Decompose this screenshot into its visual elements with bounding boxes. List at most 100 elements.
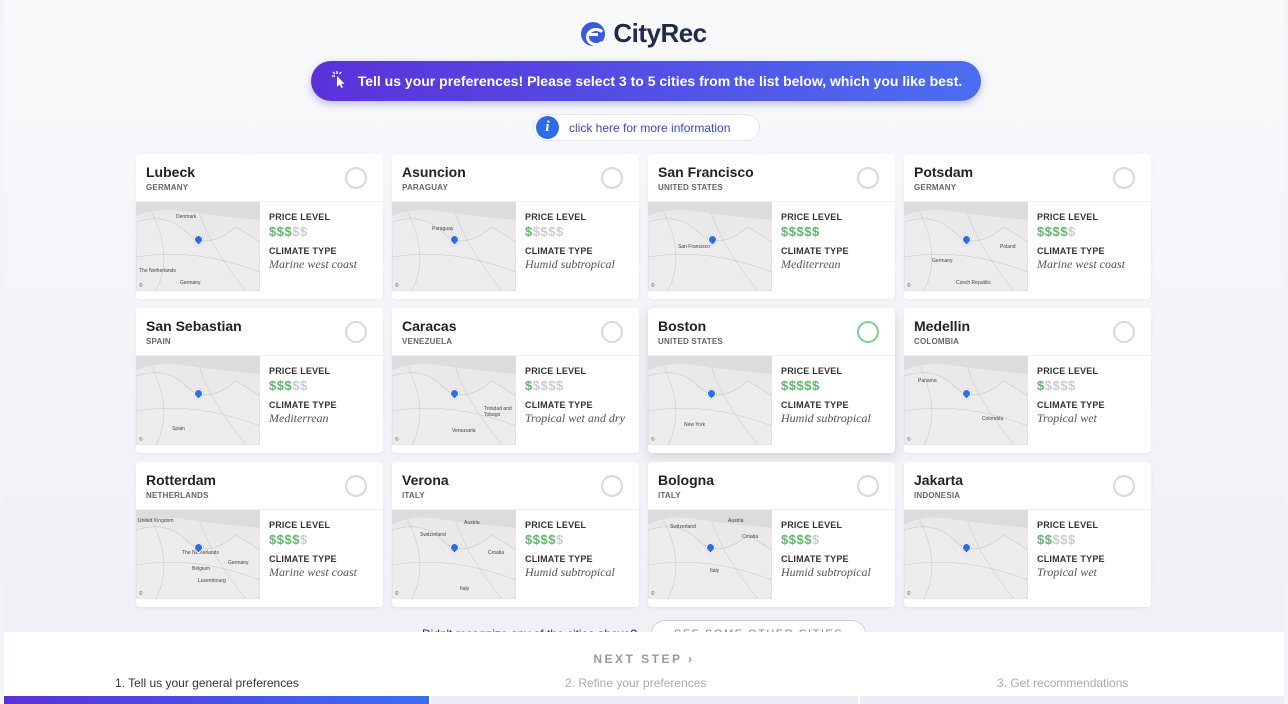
city-name: Rotterdam: [146, 472, 217, 488]
map-credit-icon: ©: [651, 437, 655, 443]
city-country: INDONESIA: [914, 491, 961, 500]
city-details: PRICE LEVEL $$$$$ CLIMATE TYPE Tropical wet: [1028, 356, 1151, 445]
city-select-radio[interactable]: [345, 475, 367, 497]
more-info-text: click here for more information: [569, 120, 731, 135]
city-card[interactable]: Boston UNITED STATES New York © PRICE LEVEL $…: [648, 308, 895, 453]
city-map: United Kingdom The Netherlands Germany Belg…: [136, 510, 260, 599]
climate-type-value: Marine west coast: [269, 257, 357, 271]
city-name: Boston: [658, 318, 707, 334]
city-map: Panama Colombia ©: [904, 356, 1028, 445]
city-select-radio[interactable]: [345, 321, 367, 343]
city-select-radio[interactable]: [601, 475, 623, 497]
city-details: PRICE LEVEL $$$$$ CLIMATE TYPE Humid subtro…: [516, 510, 639, 599]
city-card-body: Denmark The Netherlands Germany © PRICE LEVE…: [136, 202, 383, 291]
city-map: Paraguay ©: [392, 202, 516, 291]
city-select-radio[interactable]: [1113, 475, 1135, 497]
city-select-radio[interactable]: [857, 321, 879, 343]
climate-type-value: Humid subtropical: [525, 565, 615, 579]
price-level-label: PRICE LEVEL: [525, 520, 587, 530]
climate-type-value: Humid subtropical: [781, 411, 871, 425]
city-card-header: Bologna ITALY: [648, 462, 895, 510]
city-grid: Lubeck GERMANY Denmark The Netherlands Germa…: [136, 154, 1151, 607]
city-card-header: Medellin COLOMBIA: [904, 308, 1151, 356]
city-select-radio[interactable]: [1113, 167, 1135, 189]
climate-type-value: Tropical wet and dry: [525, 411, 625, 425]
city-card-body: Spain © PRICE LEVEL $$$$$ CLIMATE TYPE Medite…: [136, 356, 383, 445]
city-map: New York ©: [648, 356, 772, 445]
price-level-value: $$$$$: [1037, 532, 1076, 547]
city-card[interactable]: San Francisco UNITED STATES San Francisco ©…: [648, 154, 895, 299]
city-card-body: Poland Germany Czech Republic © PRICE LEVEL $…: [904, 202, 1151, 291]
city-card-header: Potsdam GERMANY: [904, 154, 1151, 202]
step-1-progress: [4, 696, 429, 704]
city-card[interactable]: Caracas VENEZUELA Venezuela Trinidad and To…: [392, 308, 639, 453]
map-credit-icon: ©: [395, 283, 399, 289]
price-level-label: PRICE LEVEL: [781, 366, 843, 376]
map-label: Germany: [180, 280, 201, 286]
climate-type-label: CLIMATE TYPE: [1037, 554, 1105, 564]
app-frame: CityRec Tell us your preferences! Please…: [4, 0, 1284, 704]
climate-type-value: Mediterrean: [269, 411, 329, 425]
map-label: Croatia: [742, 534, 759, 540]
step-1-label: 1. Tell us your general preferences: [115, 676, 299, 690]
city-card[interactable]: San Sebastian SPAIN Spain © PRICE LEVEL $$$$$…: [136, 308, 383, 453]
city-card-header: Jakarta INDONESIA: [904, 462, 1151, 510]
city-card-header: Asuncion PARAGUAY: [392, 154, 639, 202]
map-credit-icon: ©: [907, 437, 911, 443]
city-map: Spain ©: [136, 356, 260, 445]
city-card[interactable]: Lubeck GERMANY Denmark The Netherlands Germa…: [136, 154, 383, 299]
city-country: ITALY: [658, 491, 681, 500]
price-level-label: PRICE LEVEL: [1037, 520, 1099, 530]
next-step-button[interactable]: NEXT STEP ›: [4, 652, 1284, 666]
map-label: Paraguay: [432, 226, 454, 232]
climate-type-label: CLIMATE TYPE: [781, 400, 849, 410]
city-name: Jakarta: [914, 472, 964, 488]
price-level-value: $$$$$: [269, 532, 308, 547]
map-outline-icon: [648, 202, 772, 291]
city-select-radio[interactable]: [345, 167, 367, 189]
map-credit-icon: ©: [139, 437, 143, 443]
city-card[interactable]: Medellin COLOMBIA Panama Colombia © PRICE LEV…: [904, 308, 1151, 453]
city-select-radio[interactable]: [601, 167, 623, 189]
city-details: PRICE LEVEL $$$$$ CLIMATE TYPE Tropical wet: [1028, 510, 1151, 599]
city-select-radio[interactable]: [601, 321, 623, 343]
city-card[interactable]: Bologna ITALY Switzerland Austria Croatia Ita…: [648, 462, 895, 607]
city-name: San Francisco: [658, 164, 754, 180]
map-outline-icon: [904, 356, 1028, 445]
more-info-link[interactable]: i click here for more information: [533, 114, 760, 141]
map-label: Germany: [932, 258, 953, 264]
city-card[interactable]: Verona ITALY Switzerland Austria Croatia Ital…: [392, 462, 639, 607]
map-credit-icon: ©: [907, 591, 911, 597]
city-name: Verona: [402, 472, 449, 488]
city-details: PRICE LEVEL $$$$$ CLIMATE TYPE Humid subtro…: [772, 510, 895, 599]
map-label: Denmark: [176, 214, 197, 220]
map-label: Croatia: [488, 550, 505, 556]
city-select-radio[interactable]: [857, 167, 879, 189]
map-credit-icon: ©: [651, 591, 655, 597]
map-credit-icon: ©: [395, 591, 399, 597]
city-card-body: Panama Colombia © PRICE LEVEL $$$$$ CLIMATE T…: [904, 356, 1151, 445]
city-card[interactable]: Jakarta INDONESIA © PRICE LEVEL $$$$$ CLIMATE…: [904, 462, 1151, 607]
city-name: Potsdam: [914, 164, 974, 180]
map-label: Colombia: [982, 416, 1004, 422]
city-select-radio[interactable]: [857, 475, 879, 497]
price-level-label: PRICE LEVEL: [781, 520, 843, 530]
map-outline-icon: [648, 510, 772, 599]
step-3-label: 3. Get recommendations: [997, 676, 1129, 690]
map-label: Luxembourg: [198, 578, 226, 584]
city-card[interactable]: Potsdam GERMANY Poland Germany Czech Republi…: [904, 154, 1151, 299]
city-card[interactable]: Rotterdam NETHERLANDS United Kingdom The Ne…: [136, 462, 383, 607]
city-select-radio[interactable]: [1113, 321, 1135, 343]
city-country: ITALY: [402, 491, 425, 500]
price-level-value: $$$$$: [781, 532, 820, 547]
city-card-header: Caracas VENEZUELA: [392, 308, 639, 356]
city-card-header: Rotterdam NETHERLANDS: [136, 462, 383, 510]
map-label: Czech Republic: [956, 280, 992, 286]
map-label: New York: [684, 422, 706, 428]
city-card[interactable]: Asuncion PARAGUAY Paraguay © PRICE LEVEL $$$$…: [392, 154, 639, 299]
city-country: GERMANY: [914, 183, 957, 192]
climate-type-value: Tropical wet: [1037, 565, 1097, 579]
city-country: GERMANY: [146, 183, 189, 192]
city-card-body: © PRICE LEVEL $$$$$ CLIMATE TYPE Tropical we…: [904, 510, 1151, 599]
city-name: Asuncion: [402, 164, 466, 180]
